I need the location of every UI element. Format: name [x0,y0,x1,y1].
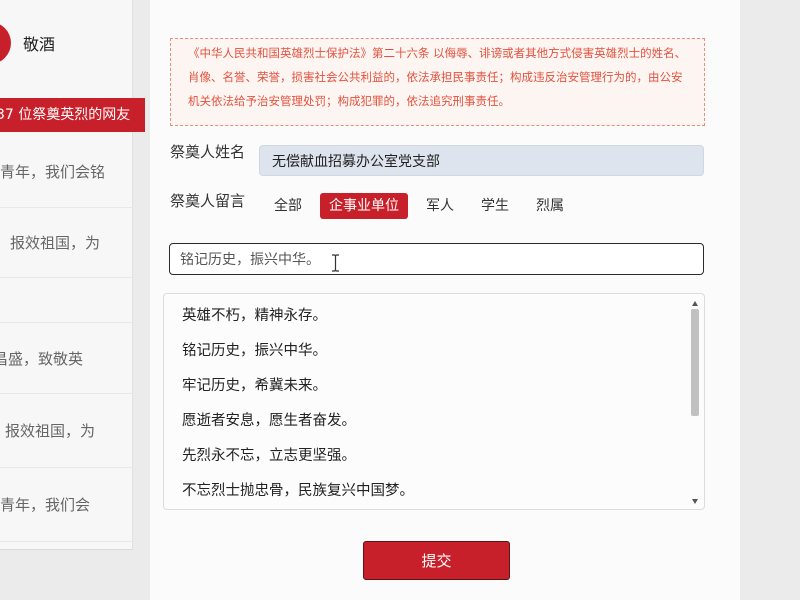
sidebar-message: 报效祖国，为 [0,394,133,468]
mourner-count-banner: 37 位祭奠英烈的网友 [0,98,145,132]
sidebar-message: 青年，我们会铭 [0,136,133,208]
suggestion-item[interactable]: 铭记历史，振兴中华。 [164,334,704,369]
law-notice: 《中华人民共和国英雄烈士保护法》第二十六条 以侮辱、诽谤或者其他方式侵害英雄烈士… [170,38,705,126]
mourner-name-input[interactable] [259,145,704,176]
suggestion-item[interactable]: 牢记历史，希冀未来。 [164,369,704,404]
suggestion-item[interactable]: 愿逝者安息，愿生者奋发。 [164,404,704,439]
sidebar-message-text: 青年，我们会铭 [0,163,106,181]
suggestion-scrollbar[interactable] [690,299,700,506]
toast-icon [0,22,11,64]
sidebar-message: 报效祖国，为 [0,208,133,278]
tab-military[interactable]: 军人 [417,193,463,219]
memorial-form: 《中华人民共和国英雄烈士保护法》第二十六条 以侮辱、诽谤或者其他方式侵害英雄烈士… [150,0,740,600]
sidebar-message-list: 青年，我们会铭 报效祖国，为 昌盛，致敬英 报效祖国，为 青年，我们会 [0,136,133,542]
message-suggestion-list: 英雄不朽，精神永存。 铭记历史，振兴中华。 牢记历史，希冀未来。 愿逝者安息，愿… [163,293,705,510]
scroll-up-icon[interactable] [692,301,698,306]
sidebar-message-text: 报效祖国，为 [10,234,101,252]
mourner-message-label: 祭奠人留言 [170,192,246,210]
toast-button[interactable]: 敬酒 [0,20,90,68]
tab-all[interactable]: 全部 [265,193,311,219]
toast-label: 敬酒 [23,35,56,54]
scroll-thumb[interactable] [691,309,699,416]
sidebar-message-text: 报效祖国，为 [5,422,96,440]
text-cursor-icon [331,254,340,272]
sidebar-message: 青年，我们会 [0,468,133,542]
tab-martyr-family[interactable]: 烈属 [527,193,573,219]
scroll-track[interactable] [690,309,700,496]
sidebar-message: 昌盛，致敬英 [0,322,133,394]
message-category-tabs: 全部 企事业单位 军人 学生 烈属 [265,193,573,219]
suggestion-item[interactable]: 不忘烈士抛忠骨，民族复兴中国梦。 [164,474,704,509]
law-notice-text: 《中华人民共和国英雄烈士保护法》第二十六条 以侮辱、诽谤或者其他方式侵害英雄烈士… [188,46,687,108]
sidebar-message-text: 昌盛，致敬英 [0,349,84,368]
tab-enterprise[interactable]: 企事业单位 [320,193,408,219]
mourner-count-text: 37 位祭奠英烈的网友 [0,107,131,123]
tab-student[interactable]: 学生 [472,193,518,219]
mourner-name-label: 祭奠人姓名 [170,143,246,161]
suggestion-item[interactable]: 先烈永不忘，立志更坚强。 [164,439,704,474]
scroll-down-icon[interactable] [692,499,698,504]
submit-button[interactable]: 提交 [363,541,510,580]
suggestion-item[interactable]: 英雄不朽，精神永存。 [164,299,704,334]
memorial-sidebar: 敬酒 37 位祭奠英烈的网友 青年，我们会铭 报效祖国，为 昌盛，致敬英 报效祖… [0,0,145,550]
sidebar-message-text: 青年，我们会 [0,496,91,514]
message-input[interactable] [169,243,704,275]
